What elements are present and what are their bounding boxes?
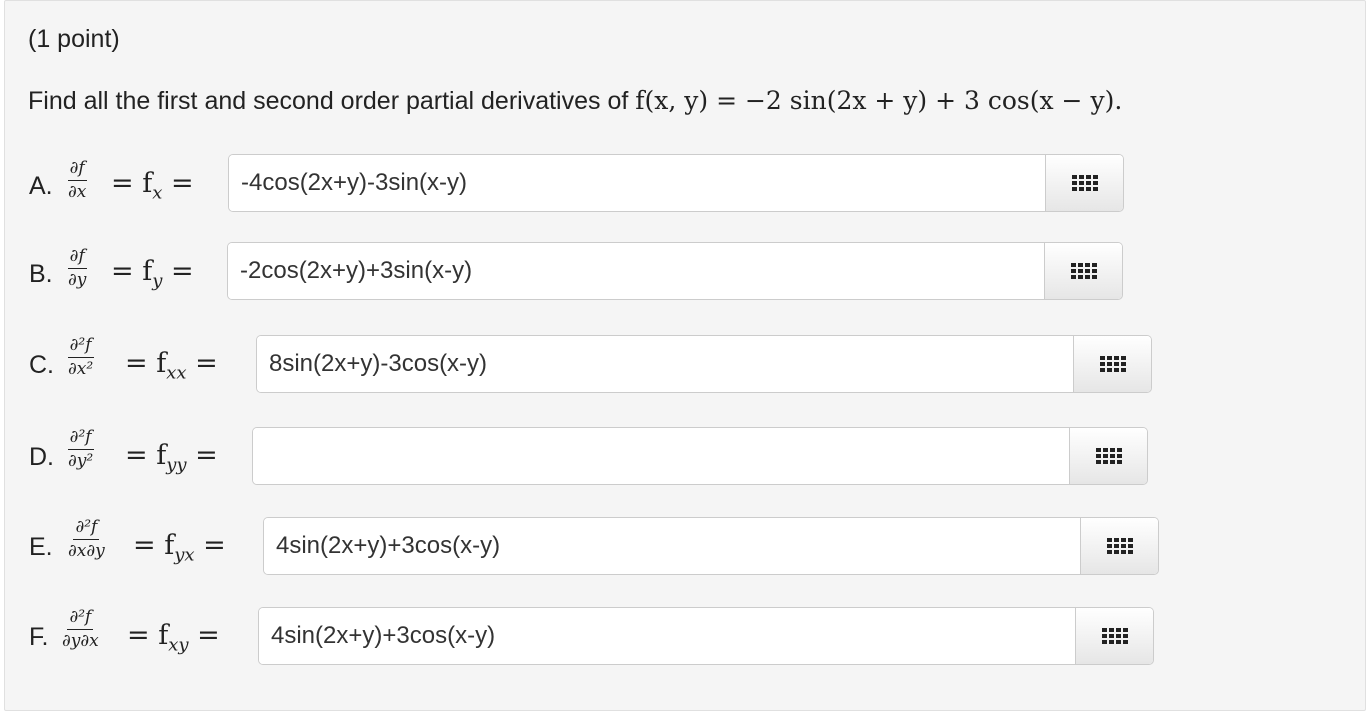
part-c-input[interactable]: [257, 336, 1073, 392]
part-f-numerator: ∂²f: [67, 609, 94, 630]
part-f-notation-eq: = f: [127, 620, 169, 651]
part-b-fraction: ∂f ∂y: [66, 248, 88, 289]
part-e-fraction: ∂²f ∂x∂y: [66, 519, 107, 560]
part-f-notation-end: =: [188, 620, 220, 651]
problem-panel: (1 point) Find all the first and second …: [4, 0, 1366, 711]
part-c-answer: [256, 335, 1152, 393]
part-d-denominator: ∂y²: [68, 451, 94, 471]
part-a-numerator: ∂f: [67, 160, 87, 181]
part-e-notation-eq: = f: [133, 530, 175, 561]
part-e-equation-editor-button[interactable]: [1080, 518, 1158, 574]
part-c-notation-eq: = f: [125, 348, 167, 379]
grid-icon: [1106, 538, 1133, 554]
part-f-fraction: ∂²f ∂y∂x: [60, 609, 101, 650]
part-f-input[interactable]: [259, 608, 1075, 664]
part-d-label: D.: [29, 443, 54, 471]
part-b-answer: [227, 242, 1123, 300]
part-e-label: E.: [29, 533, 53, 561]
part-a-notation-sub: x: [152, 182, 163, 204]
part-e-input[interactable]: [264, 518, 1080, 574]
part-e-denominator: ∂x∂y: [68, 541, 105, 561]
part-c-numerator: ∂²f: [67, 337, 94, 358]
prompt-text: Find all the first and second order part…: [28, 87, 636, 115]
part-b-notation-sub: y: [152, 270, 163, 292]
part-a-fraction: ∂f ∂x: [66, 160, 88, 201]
part-c-equation-editor-button[interactable]: [1073, 336, 1151, 392]
part-c-label: C.: [29, 351, 54, 379]
part-b-label: B.: [29, 260, 53, 288]
part-b-notation: = fy =: [111, 256, 194, 291]
part-d-answer: [252, 427, 1148, 485]
part-f-equation-editor-button[interactable]: [1075, 608, 1153, 664]
grid-icon: [1099, 356, 1126, 372]
part-a-notation-eq: = f: [111, 168, 153, 199]
grid-icon: [1070, 263, 1097, 279]
grid-icon: [1095, 448, 1122, 464]
part-b-notation-end: =: [162, 256, 194, 287]
part-b-input[interactable]: [228, 243, 1044, 299]
prompt-function: f(x, y) = −2 sin(2x + y) + 3 cos(x − y).: [635, 86, 1123, 115]
part-f-label: F.: [29, 623, 49, 651]
part-c-notation: = fxx =: [125, 348, 218, 383]
part-f-notation: = fxy =: [127, 620, 220, 655]
part-c-notation-sub: xx: [166, 362, 187, 384]
problem-prompt: Find all the first and second order part…: [28, 86, 1122, 116]
part-c-fraction: ∂²f ∂x²: [66, 337, 95, 378]
part-c-notation-end: =: [186, 348, 218, 379]
part-b-equation-editor-button[interactable]: [1044, 243, 1122, 299]
part-d-input[interactable]: [253, 428, 1069, 484]
part-e-notation-end: =: [194, 530, 226, 561]
part-d-numerator: ∂²f: [67, 429, 94, 450]
part-b-denominator: ∂y: [68, 270, 87, 290]
part-a-notation-end: =: [162, 168, 194, 199]
part-f-answer: [258, 607, 1154, 665]
part-b-numerator: ∂f: [67, 248, 87, 269]
part-b-notation-eq: = f: [111, 256, 153, 287]
part-a-denominator: ∂x: [68, 182, 87, 202]
part-e-notation-sub: yx: [174, 544, 195, 566]
part-f-notation-sub: xy: [168, 634, 189, 656]
part-d-notation-eq: = f: [125, 440, 167, 471]
part-a-input[interactable]: [229, 155, 1045, 211]
grid-icon: [1101, 628, 1128, 644]
part-e-answer: [263, 517, 1159, 575]
part-a-label: A.: [29, 172, 53, 200]
part-a-answer: [228, 154, 1124, 212]
grid-icon: [1071, 175, 1098, 191]
problem-points: (1 point): [28, 25, 120, 53]
part-d-notation-end: =: [186, 440, 218, 471]
part-d-fraction: ∂²f ∂y²: [66, 429, 95, 470]
part-d-notation: = fyy =: [125, 440, 218, 475]
part-e-notation: = fyx =: [133, 530, 226, 565]
part-c-denominator: ∂x²: [68, 359, 94, 379]
part-d-notation-sub: yy: [166, 454, 187, 476]
part-f-denominator: ∂y∂x: [62, 631, 99, 651]
part-a-notation: = fx =: [111, 168, 194, 203]
part-a-equation-editor-button[interactable]: [1045, 155, 1123, 211]
part-d-equation-editor-button[interactable]: [1069, 428, 1147, 484]
part-e-numerator: ∂²f: [73, 519, 100, 540]
